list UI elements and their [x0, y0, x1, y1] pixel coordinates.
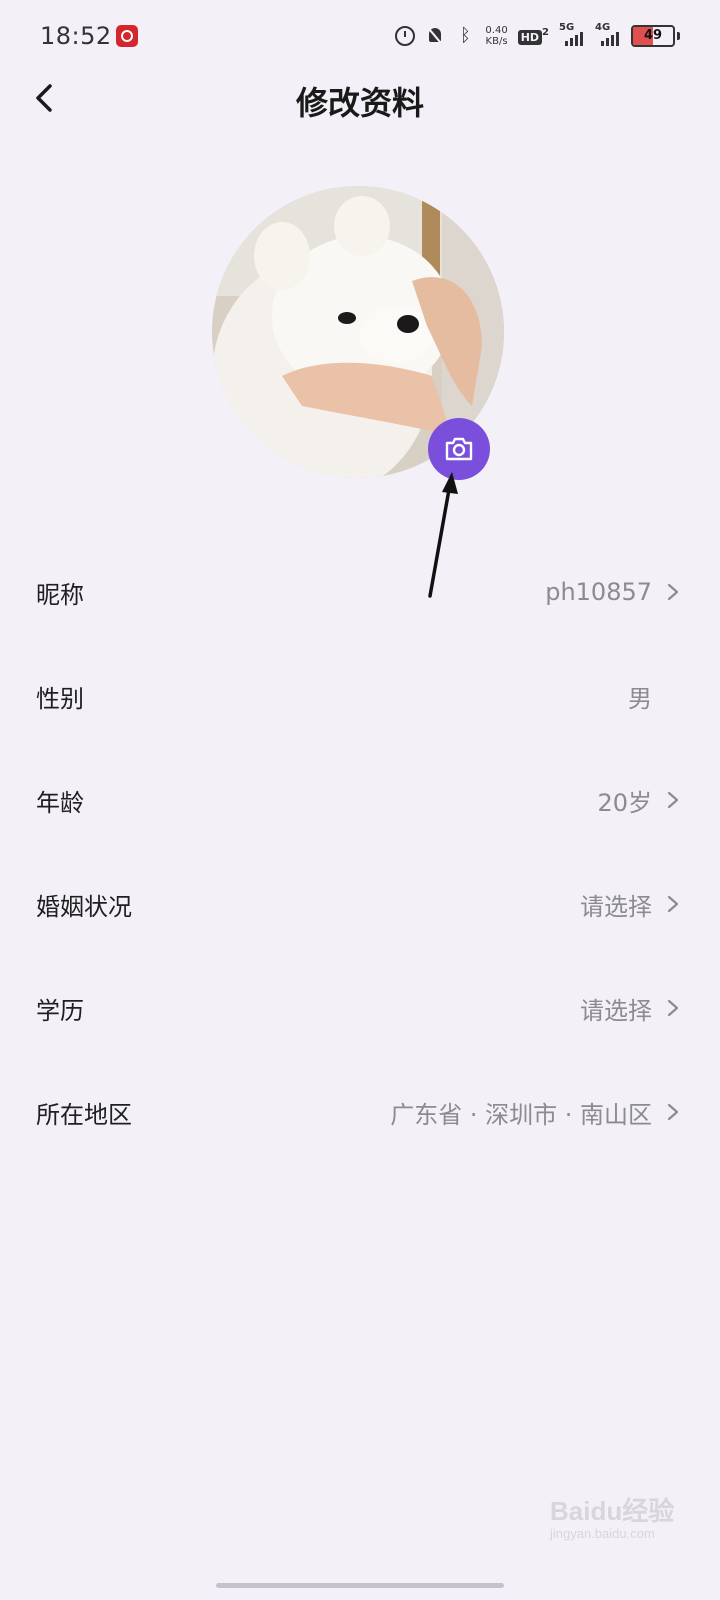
profile-list: 昵称 ph10857 性别 男 年龄 20岁 婚姻状况 请选择 学历 请选择 所…	[0, 540, 720, 1164]
hd-label: HD	[517, 29, 543, 45]
page-title: 修改资料	[295, 84, 424, 122]
signal-5g-label: 5G	[559, 22, 575, 33]
row-nickname[interactable]: 昵称 ph10857	[0, 540, 720, 644]
battery-tip	[677, 32, 680, 40]
row-label-education: 学历	[36, 996, 84, 1025]
home-indicator[interactable]	[216, 1583, 504, 1588]
chevron-right-icon	[667, 999, 679, 1017]
row-marital-status[interactable]: 婚姻状况 请选择	[0, 852, 720, 956]
status-time: 18:52	[40, 22, 112, 50]
signal-4g-label: 4G	[595, 22, 611, 33]
signal-4g-icon: 4G	[595, 22, 621, 46]
row-age[interactable]: 年龄 20岁	[0, 748, 720, 852]
row-region[interactable]: 所在地区 广东省 · 深圳市 · 南山区	[0, 1060, 720, 1164]
row-label-marital-status: 婚姻状况	[36, 892, 132, 921]
netease-music-icon	[116, 25, 138, 47]
row-value-education: 请选择	[580, 996, 652, 1025]
chevron-right-icon	[667, 895, 679, 913]
row-value-marital-status: 请选择	[580, 892, 652, 921]
row-gender: 性别 男	[0, 644, 720, 748]
battery-level: 49	[643, 28, 663, 43]
status-bar: 18:52 ᛒ 0.40 KB/s HD 2 5G 4G 49	[0, 0, 720, 72]
watermark-url: jingyan.baidu.com	[550, 1526, 655, 1541]
chevron-right-icon	[667, 1103, 679, 1121]
row-value-region: 广东省 · 深圳市 · 南山区	[390, 1100, 652, 1129]
row-value-gender: 男	[628, 684, 652, 713]
mute-icon	[425, 26, 445, 46]
battery-icon: 49	[631, 25, 675, 47]
network-speed: 0.40 KB/s	[485, 25, 507, 47]
hd-sub: 2	[542, 27, 549, 39]
row-label-gender: 性别	[36, 684, 84, 713]
bluetooth-icon: ᛒ	[460, 25, 471, 46]
baidu-jingyan-watermark: Baidu经验 jingyan.baidu.com	[550, 1496, 678, 1560]
signal-5g-icon: 5G	[559, 22, 585, 46]
alarm-icon	[395, 26, 416, 46]
row-value-age: 20岁	[597, 788, 652, 817]
row-label-region: 所在地区	[36, 1100, 132, 1129]
row-label-age: 年龄	[36, 788, 84, 817]
status-icons: ᛒ 0.40 KB/s HD 2 5G 4G 49	[395, 22, 680, 50]
hd-voice-icon: HD 2	[517, 27, 549, 45]
network-speed-unit: KB/s	[485, 36, 508, 47]
header: 修改资料	[0, 66, 720, 130]
network-speed-value: 0.40	[485, 25, 508, 36]
row-label-nickname: 昵称	[36, 580, 84, 609]
row-value-nickname: ph10857	[545, 578, 652, 606]
watermark-logo: Baidu经验	[550, 1496, 675, 1526]
chevron-right-icon	[667, 583, 679, 601]
camera-icon	[445, 437, 473, 461]
chevron-right-icon	[667, 791, 679, 809]
row-education[interactable]: 学历 请选择	[0, 956, 720, 1060]
